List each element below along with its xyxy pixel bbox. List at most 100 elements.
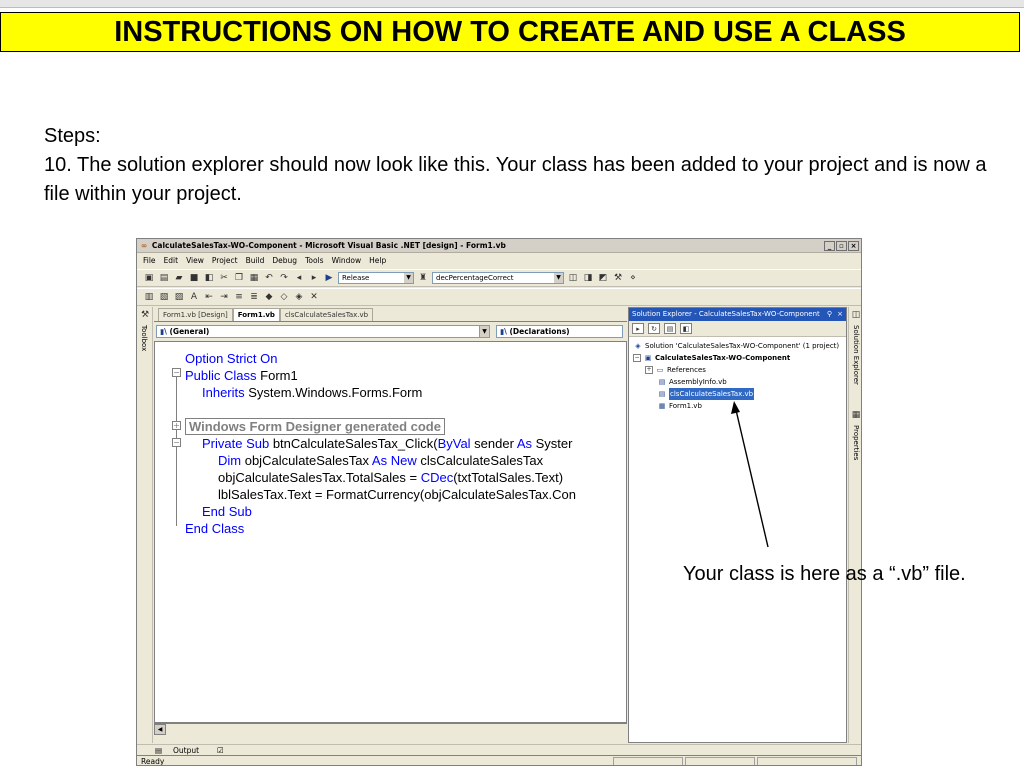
refresh-icon[interactable]: ↻ — [648, 323, 660, 334]
menu-project[interactable]: Project — [212, 254, 238, 268]
window-controls: _ ▫ × — [824, 241, 859, 251]
class-select-value: (General) — [169, 327, 210, 336]
redo-icon[interactable]: ↷ — [278, 272, 290, 284]
expand-region-icon[interactable]: + — [172, 421, 181, 430]
close-button[interactable]: × — [848, 241, 859, 251]
quick-info-icon[interactable]: ▨ — [173, 291, 185, 303]
view-code-icon[interactable]: ▸ — [632, 323, 644, 334]
menu-help[interactable]: Help — [369, 254, 386, 268]
properties-icon[interactable]: ◨ — [582, 272, 594, 284]
close-icon[interactable]: × — [837, 308, 843, 321]
tree-node-references[interactable]: + ▭ References — [629, 364, 846, 376]
tree-node-solution[interactable]: ◈ Solution 'CalculateSalesTax-WO-Compone… — [629, 340, 846, 352]
code-line: Windows Form Designer generated code — [185, 418, 445, 435]
collapse-class-icon[interactable]: − — [172, 368, 181, 377]
vb-file-icon: ▤ — [658, 377, 666, 386]
chevron-down-icon[interactable]: ▼ — [554, 273, 563, 283]
step-10-text: 10. The solution explorer should now loo… — [44, 154, 987, 205]
configuration-select[interactable]: Release ▼ — [338, 272, 414, 284]
slide-top-border — [0, 0, 1024, 8]
status-text: Ready — [141, 757, 165, 766]
tree-node-project[interactable]: − ▣ CalculateSalesTax-WO-Component — [629, 352, 846, 364]
method-name-select[interactable]: ▮\ (Declarations) — [496, 325, 623, 338]
nav-back-icon[interactable]: ◂ — [293, 272, 305, 284]
complete-word-icon[interactable]: A — [188, 291, 200, 303]
indent-icon[interactable]: ⇥ — [218, 291, 230, 303]
chevron-down-icon[interactable]: ▼ — [479, 326, 489, 337]
project-icon: ▣ — [644, 353, 652, 362]
object-browser-icon[interactable]: ◩ — [597, 272, 609, 284]
menu-tools[interactable]: Tools — [305, 254, 323, 268]
status-segment — [757, 757, 857, 765]
new-project-icon[interactable]: ▣ — [143, 272, 155, 284]
slide-title: INSTRUCTIONS ON HOW TO CREATE AND USE A … — [0, 12, 1020, 52]
find-icon[interactable]: ♜ — [417, 272, 429, 284]
expand-icon[interactable]: + — [645, 366, 653, 374]
class-name-select[interactable]: ▮\ (General) ▼ — [156, 325, 490, 338]
find-combo[interactable]: decPercentageCorrect ▼ — [432, 272, 564, 284]
open-folder-icon[interactable]: ▰ — [173, 272, 185, 284]
next-bookmark-icon[interactable]: ◇ — [278, 291, 290, 303]
menu-build[interactable]: Build — [246, 254, 265, 268]
solution-explorer-icon[interactable]: ◫ — [567, 272, 579, 284]
solution-explorer-tab[interactable]: Solution Explorer — [852, 325, 860, 385]
status-segment — [685, 757, 755, 765]
toolbox-icon[interactable]: ⚒ — [612, 272, 624, 284]
uncomment-icon[interactable]: ≣ — [248, 291, 260, 303]
code-line: End Class — [185, 521, 245, 536]
tree-node-form1[interactable]: ▦ Form1.vb — [629, 400, 846, 412]
toolbox-rail[interactable]: ⚒ Toolbox — [137, 307, 153, 743]
start-icon[interactable]: ▶ — [323, 272, 335, 284]
show-all-files-icon[interactable]: ▤ — [664, 323, 676, 334]
properties-tab[interactable]: Properties — [852, 425, 860, 460]
standard-toolbar: ▣ ▤ ▰ ■ ◧ ✂ ❐ ▦ ↶ ↷ ◂ ▸ ▶ Release ▼ ♜ de… — [137, 269, 861, 287]
pin-icon[interactable]: ⚲ — [827, 308, 832, 321]
menu-edit[interactable]: Edit — [164, 254, 179, 268]
horizontal-scrollbar[interactable]: ◀ — [154, 723, 627, 735]
code-line: Public Class Form1 — [185, 368, 298, 383]
prev-bookmark-icon[interactable]: ◈ — [293, 291, 305, 303]
paste-icon[interactable]: ▦ — [248, 272, 260, 284]
maximize-button[interactable]: ▫ — [836, 241, 847, 251]
status-segment — [613, 757, 683, 765]
save-icon[interactable]: ■ — [188, 272, 200, 284]
configuration-value: Release — [342, 274, 370, 282]
member-list-icon[interactable]: ▥ — [143, 291, 155, 303]
form-icon: ▦ — [658, 401, 666, 410]
copy-icon[interactable]: ❐ — [233, 272, 245, 284]
menu-window[interactable]: Window — [332, 254, 362, 268]
save-all-icon[interactable]: ◧ — [203, 272, 215, 284]
clear-bookmarks-icon[interactable]: ✕ — [308, 291, 320, 303]
chevron-down-icon[interactable]: ▼ — [404, 273, 413, 283]
tab-form1-code[interactable]: Form1.vb — [232, 308, 280, 321]
comment-icon[interactable]: ≡ — [233, 291, 245, 303]
toolbox-tab[interactable]: Toolbox — [140, 325, 148, 351]
code-line: End Sub — [202, 504, 252, 519]
window-title: CalculateSalesTax-WO-Component - Microso… — [151, 241, 506, 250]
cut-icon[interactable]: ✂ — [218, 272, 230, 284]
menu-view[interactable]: View — [186, 254, 204, 268]
undo-icon[interactable]: ↶ — [263, 272, 275, 284]
collapsed-region[interactable]: Windows Form Designer generated code — [185, 418, 445, 435]
menu-debug[interactable]: Debug — [272, 254, 297, 268]
steps-text: Steps: 10. The solution explorer should … — [44, 122, 1004, 209]
outdent-icon[interactable]: ⇤ — [203, 291, 215, 303]
menu-file[interactable]: File — [143, 254, 156, 268]
collapse-sub-icon[interactable]: − — [172, 438, 181, 447]
properties-small-icon[interactable]: ◧ — [680, 323, 692, 334]
code-pane[interactable]: − + − Option Strict On Public Class Form… — [154, 341, 627, 723]
tree-node-assemblyinfo[interactable]: ▤ AssemblyInfo.vb — [629, 376, 846, 388]
more-icon[interactable]: ⋄ — [627, 272, 639, 284]
nav-forward-icon[interactable]: ▸ — [308, 272, 320, 284]
scroll-left-icon[interactable]: ◀ — [154, 724, 166, 735]
tree-node-cls-calculate-sales-tax[interactable]: ▤ clsCalculateSalesTax.vb — [629, 388, 846, 400]
window-titlebar: ∞ CalculateSalesTax-WO-Component - Micro… — [137, 239, 861, 253]
tab-cls-calculate-sales-tax[interactable]: clsCalculateSalesTax.vb — [279, 308, 374, 321]
document-tabs: Form1.vb [Design] Form1.vb clsCalculateS… — [154, 307, 627, 322]
minimize-button[interactable]: _ — [824, 241, 835, 251]
add-item-icon[interactable]: ▤ — [158, 272, 170, 284]
toggle-bookmark-icon[interactable]: ◆ — [263, 291, 275, 303]
param-info-icon[interactable]: ▧ — [158, 291, 170, 303]
tab-form1-design[interactable]: Form1.vb [Design] — [158, 308, 233, 321]
collapse-icon[interactable]: − — [633, 354, 641, 362]
